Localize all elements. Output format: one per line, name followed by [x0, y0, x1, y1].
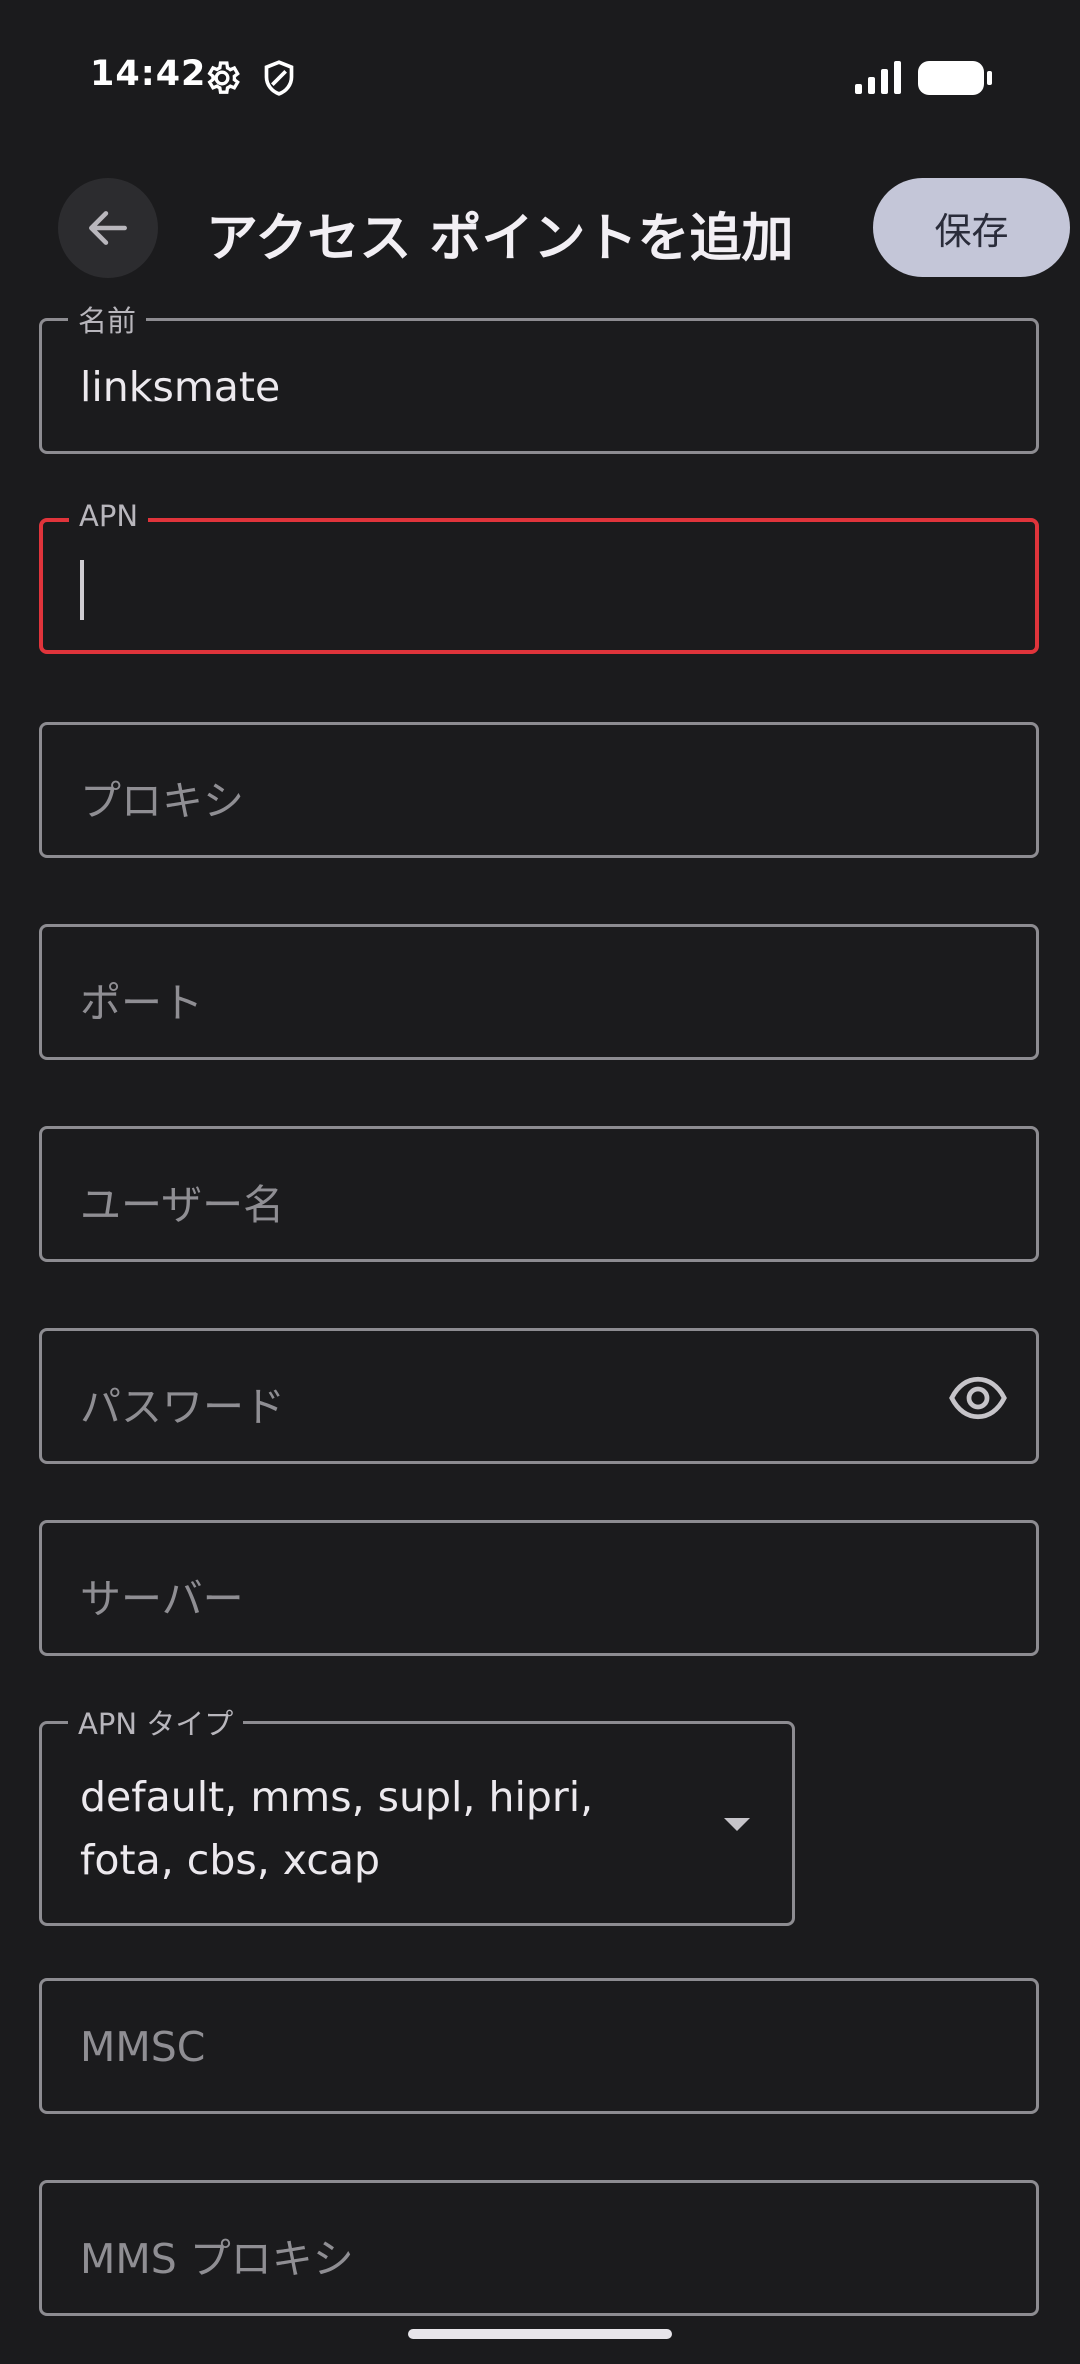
name-field[interactable]: 名前 linksmate [39, 298, 1039, 454]
server-field[interactable]: サーバー [39, 1520, 1039, 1656]
mms-proxy-placeholder: MMS プロキシ [80, 2235, 354, 2283]
server-placeholder: サーバー [80, 1575, 244, 1623]
text-cursor [80, 560, 84, 620]
apn-type-label: APN タイプ [68, 1701, 244, 1743]
username-field[interactable]: ユーザー名 [39, 1126, 1039, 1262]
page-title: アクセス ポイントを追加 [206, 209, 794, 269]
name-value: linksmate [80, 363, 281, 411]
port-placeholder: ポート [80, 979, 203, 1027]
back-button[interactable] [58, 178, 158, 278]
eye-icon[interactable] [948, 1373, 1008, 1423]
battery-icon [917, 60, 993, 96]
mmsc-placeholder: MMSC [80, 2023, 206, 2071]
proxy-placeholder: プロキシ [80, 777, 244, 825]
proxy-field[interactable]: プロキシ [39, 722, 1039, 858]
signal-icon [853, 60, 905, 96]
mmsc-field[interactable]: MMSC [39, 1978, 1039, 2114]
apn-field[interactable]: APN [39, 499, 1039, 654]
status-time: 14:42 [90, 54, 207, 94]
dropdown-arrow-icon [724, 1818, 750, 1831]
save-button[interactable]: 保存 [873, 178, 1070, 277]
apn-type-value: default, mms, supl, hipri, fota, cbs, xc… [80, 1773, 594, 1884]
gear-icon [202, 58, 242, 98]
mms-proxy-field[interactable]: MMS プロキシ [39, 2180, 1039, 2316]
name-label: 名前 [68, 298, 147, 340]
shield-icon [259, 58, 299, 98]
password-field[interactable]: パスワード [39, 1328, 1039, 1464]
password-placeholder: パスワード [80, 1383, 285, 1431]
apn-type-dropdown[interactable]: APN タイプ default, mms, supl, hipri, fota,… [39, 1701, 795, 1926]
apn-label: APN [69, 499, 149, 533]
username-placeholder: ユーザー名 [80, 1181, 285, 1229]
arrow-left-icon [89, 211, 127, 245]
home-indicator[interactable] [408, 2329, 672, 2339]
port-field[interactable]: ポート [39, 924, 1039, 1060]
